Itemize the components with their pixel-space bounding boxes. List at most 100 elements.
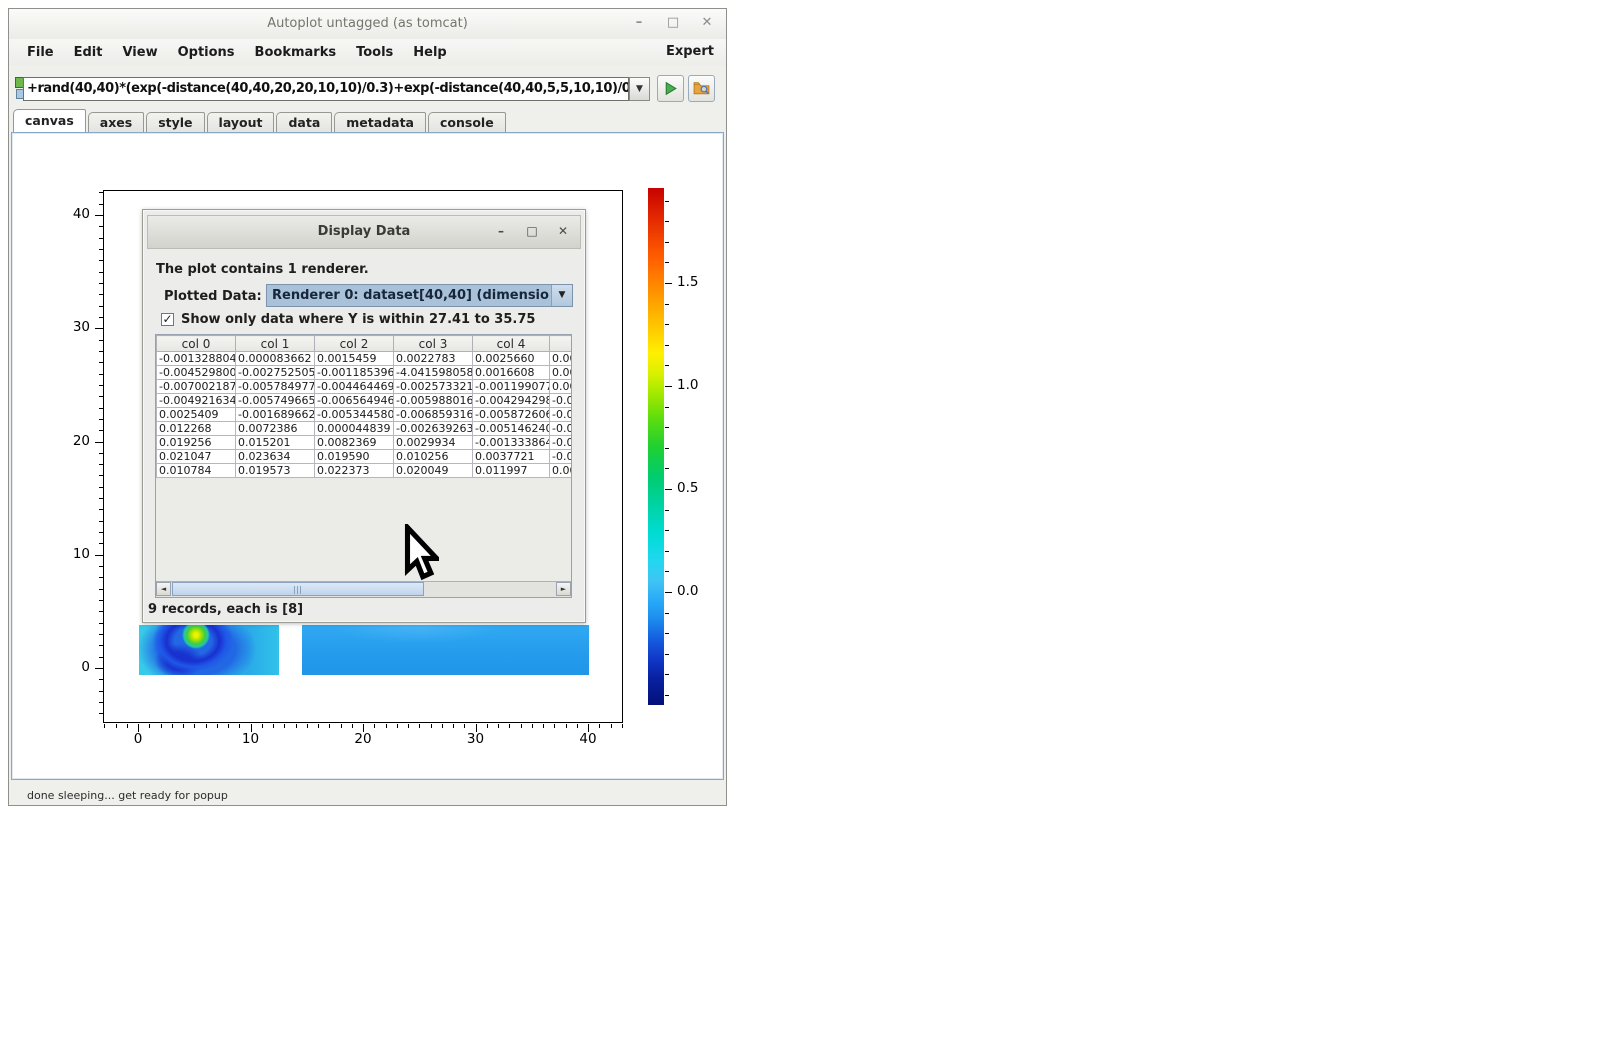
tab-data[interactable]: data [276,112,332,132]
table-cell[interactable]: -0.0 [550,394,573,408]
filter-checkbox[interactable]: ✓ [161,313,174,326]
table-cell[interactable]: -0.005344580... [315,408,394,422]
column-header[interactable]: col 1 [236,336,315,352]
table-cell[interactable]: 0.011997 [473,464,550,478]
data-table-scrollpane: col 0col 1col 2col 3col 4 -0.001328804...… [155,334,572,598]
y-tick [99,679,103,680]
table-cell[interactable]: 0.000083662 [236,352,315,366]
colorbar-tick [665,695,669,696]
y-tick [99,509,103,510]
y-tick-label: 0 [62,659,90,675]
table-cell[interactable]: 0.019256 [157,436,236,450]
x-tick-label: 40 [570,731,606,747]
table-cell[interactable]: -0.007002187... [157,380,236,394]
tab-style[interactable]: style [146,112,204,132]
heatmap-visible-right[interactable] [302,625,589,675]
table-cell[interactable]: 0.0022783 [394,352,473,366]
data-table: col 0col 1col 2col 3col 4 -0.001328804...… [156,335,572,478]
table-cell[interactable]: -0.001333864... [473,436,550,450]
table-cell[interactable]: -0.005784977... [236,380,315,394]
table-cell[interactable]: -0.005988016... [394,394,473,408]
dialog-minimize-icon[interactable]: – [494,222,508,240]
tab-axes[interactable]: axes [88,112,144,132]
y-tick [99,634,103,635]
dialog-maximize-icon[interactable]: □ [525,222,539,240]
x-tick [453,724,454,728]
table-cell[interactable]: 0.000044839 [315,422,394,436]
y-tick [99,408,103,409]
table-cell[interactable]: -0.001199077... [473,380,550,394]
table-cell[interactable]: -0.001689662... [236,408,315,422]
table-cell[interactable]: 0.021047 [157,450,236,464]
table-cell[interactable]: 0.0029934 [394,436,473,450]
table-cell[interactable]: -0.0 [550,408,573,422]
dialog-titlebar[interactable]: Display Data – □ ✕ [147,215,581,249]
y-tick [99,226,103,227]
horizontal-scrollbar[interactable]: ◄ ► [156,581,571,597]
scroll-left-icon[interactable]: ◄ [156,582,171,596]
table-cell[interactable]: 0.019573 [236,464,315,478]
table-cell[interactable]: -0.006564946... [315,394,394,408]
table-row: 0.0192560.0152010.00823690.0029934-0.001… [157,436,573,450]
column-header[interactable]: col 3 [394,336,473,352]
tab-canvas[interactable]: canvas [13,109,86,132]
y-tick [99,430,103,431]
table-cell[interactable]: 0.022373 [315,464,394,478]
table-cell[interactable]: -4.041598058... [394,366,473,380]
table-cell[interactable]: 0.010784 [157,464,236,478]
dialog-close-icon[interactable]: ✕ [556,222,570,240]
table-cell[interactable]: 0.00 [550,352,573,366]
tab-console[interactable]: console [428,112,506,132]
colorbar[interactable] [648,188,664,705]
table-cell[interactable]: -0.004529800... [157,366,236,380]
table-cell[interactable]: -0.002752505... [236,366,315,380]
table-cell[interactable]: 0.023634 [236,450,315,464]
table-cell[interactable]: 0.0025660 [473,352,550,366]
table-cell[interactable]: -0.005146240... [473,422,550,436]
colorbar-tick-label: 0.0 [677,583,698,599]
tab-layout[interactable]: layout [207,112,275,132]
table-cell[interactable]: 0.00 [550,366,573,380]
table-cell[interactable]: 0.00 [550,464,573,478]
table-cell[interactable]: -0.005749665... [236,394,315,408]
table-cell[interactable]: 0.0072386 [236,422,315,436]
tab-metadata[interactable]: metadata [334,112,426,132]
table-cell[interactable]: 0.0015459 [315,352,394,366]
table-cell[interactable]: -0.0 [550,450,573,464]
renderer-select[interactable]: Renderer 0: dataset[40,40] (dimension...… [266,284,573,307]
table-cell[interactable]: -0.004294298... [473,394,550,408]
table-cell[interactable]: -0.001185396... [315,366,394,380]
table-cell[interactable]: -0.006859316... [394,408,473,422]
table-cell[interactable]: 0.0037721 [473,450,550,464]
column-header[interactable]: col 4 [473,336,550,352]
combo-chevron-down-icon[interactable]: ▼ [551,285,572,306]
y-tick [99,498,103,499]
table-cell[interactable]: -0.0 [550,422,573,436]
x-tick [509,724,510,728]
column-header[interactable] [550,336,573,352]
record-count-text: 9 records, each is [8] [148,602,303,617]
table-cell[interactable]: 0.010256 [394,450,473,464]
table-cell[interactable]: 0.012268 [157,422,236,436]
table-cell[interactable]: 0.0025409 [157,408,236,422]
table-cell[interactable]: 0.0082369 [315,436,394,450]
table-cell[interactable]: -0.004921634... [157,394,236,408]
table-cell[interactable]: 0.020049 [394,464,473,478]
scroll-right-icon[interactable]: ► [556,582,571,596]
table-cell[interactable]: -0.0 [550,436,573,450]
y-tick [95,555,103,556]
column-header[interactable]: col 2 [315,336,394,352]
table-cell[interactable]: -0.004464469... [315,380,394,394]
column-header[interactable]: col 0 [157,336,236,352]
table-cell[interactable]: -0.002573321... [394,380,473,394]
heatmap-visible-left[interactable] [139,625,279,675]
colorbar-tick [665,283,672,284]
table-cell[interactable]: 0.00 [550,380,573,394]
table-cell[interactable]: -0.002639263... [394,422,473,436]
scrollbar-thumb[interactable] [172,582,424,596]
table-cell[interactable]: 0.019590 [315,450,394,464]
table-cell[interactable]: 0.015201 [236,436,315,450]
table-cell[interactable]: -0.005872606... [473,408,550,422]
table-cell[interactable]: -0.001328804... [157,352,236,366]
table-cell[interactable]: 0.0016608 [473,366,550,380]
